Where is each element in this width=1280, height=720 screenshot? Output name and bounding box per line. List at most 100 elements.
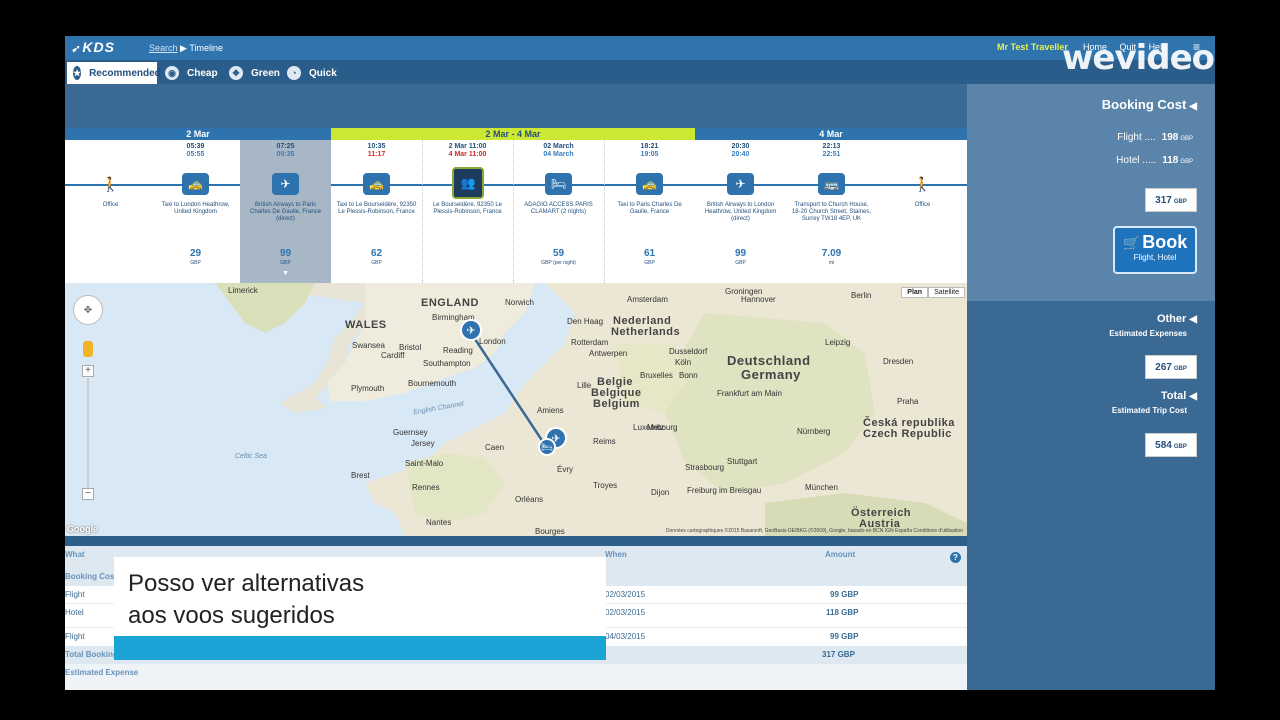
segment-price: 99 [279, 248, 292, 259]
timeline-segment[interactable]: Office 🚶 [877, 140, 968, 283]
map-zoom-out-button[interactable]: − [82, 488, 94, 500]
top-header: ➶ KDS Search ▶ Timeline Mr Test Traveller… [65, 36, 1215, 60]
clock-icon: ◔ [287, 66, 301, 80]
plane-map-pin-icon[interactable]: ✈ [460, 319, 482, 341]
taxi-icon[interactable]: 🚕 [636, 173, 663, 195]
taxi-icon[interactable]: 🚕 [363, 173, 390, 195]
hotel-cost-line: Hotel ..... 118 GBP [1116, 155, 1193, 166]
map-label: Évry [557, 465, 573, 474]
meeting-icon[interactable]: 👥 [452, 167, 484, 199]
column-header-what: What [65, 550, 85, 559]
plane-icon[interactable]: ✈ [272, 173, 299, 195]
row-amount: 99 GBP [830, 632, 859, 641]
walking-person-icon[interactable]: 🚶 [909, 173, 936, 195]
segment-description: Le Bourseidère, 92350 Le Plessis-Robinso… [432, 202, 503, 215]
day-header: 2 Mar - 4 Mar [331, 128, 695, 140]
map-type-satellite[interactable]: Satellite [928, 287, 965, 298]
user-name[interactable]: Mr Test Traveller [997, 42, 1068, 52]
segment-description: Taxi to Le Bourseidère, 92350 Le Plessis… [336, 202, 417, 215]
map-label: Rotterdam [571, 338, 609, 347]
segment-price: 62 [370, 248, 383, 259]
segment-time-end: 20:40 [731, 151, 750, 158]
total-amount: 317 GBP [822, 650, 855, 659]
route-map[interactable]: ENGLAND WALES Nederland Netherlands Belg… [65, 283, 967, 536]
segment-price: 29 [189, 248, 202, 259]
map-label: Saint-Malo [405, 459, 444, 468]
other-label: Other [1156, 313, 1187, 325]
booking-total-box: 317 GBP [1145, 188, 1197, 212]
flight-cost-line: Flight .... 198 GBP [1117, 132, 1193, 143]
map-label: ENGLAND [421, 297, 479, 309]
leaf-icon: ❖ [229, 66, 243, 80]
map-zoom-slider[interactable] [87, 378, 89, 488]
total-title[interactable]: Total ◀ [1161, 390, 1197, 402]
tab-recommended[interactable]: ★ Recommended [67, 62, 161, 84]
segment-price: 7.09 [821, 248, 842, 259]
tab-label: Quick [309, 67, 337, 79]
walking-person-icon[interactable]: 🚶 [97, 173, 124, 195]
app-logo[interactable]: ➶ KDS [71, 39, 115, 55]
column-header-when: When [605, 550, 627, 559]
timeline-segment[interactable]: 07:25 09:35 British Airways to Paris Charl… [240, 140, 331, 283]
segment-time-start: 10:35 [367, 143, 386, 150]
book-button[interactable]: 🛒 Book Flight, Hotel [1113, 226, 1197, 274]
timeline-segment[interactable]: Office 🚶 [65, 140, 156, 283]
plane-icon[interactable]: ✈ [727, 173, 754, 195]
other-amount: 267 [1155, 362, 1172, 373]
street-view-pegman-icon[interactable] [83, 341, 93, 357]
segment-description: Taxi to London Heathrow, United Kingdom [161, 202, 230, 215]
map-label: Metz [647, 423, 665, 432]
timeline-segment[interactable]: 10:35 11:17 Taxi to Le Bourseidère, 92350 … [331, 140, 422, 283]
map-label: Limerick [228, 286, 258, 295]
map-pan-control[interactable]: ✥ [73, 295, 103, 325]
map-credits[interactable]: Données cartographiques ©2015 Basarsoft,… [666, 528, 963, 534]
map-label: Swansea [352, 341, 385, 350]
segment-description: British Airways to London Heathrow, Unit… [704, 202, 777, 222]
row-date: 02/03/2015 [605, 590, 646, 599]
expand-arrow-icon[interactable]: ▼ [240, 270, 331, 277]
map-label: Den Haag [567, 317, 604, 326]
currency: GBP [1173, 366, 1187, 372]
timeline-segment[interactable]: 22:13 22:51 Transport to Church House, 18-… [786, 140, 877, 283]
map-type-plan[interactable]: Plan [901, 287, 929, 298]
map-label: Köln [675, 358, 692, 367]
breadcrumb-search-link[interactable]: Search [149, 43, 178, 53]
other-title[interactable]: Other ◀ [1157, 313, 1197, 325]
total-label: Total [1160, 390, 1187, 402]
help-icon[interactable]: ? [950, 552, 961, 563]
mode-tabs: ★ Recommended ◉ Cheap ❖ Green ◔ Quick [65, 60, 1215, 84]
segment-description: Transport to Church House, 18-20 Church … [791, 202, 872, 222]
column-header-amount: Amount [825, 550, 856, 559]
tab-cheap[interactable]: ◉ Cheap [159, 62, 224, 84]
tab-green[interactable]: ❖ Green [223, 62, 286, 84]
breadcrumb-separator-icon: ▶ [180, 43, 187, 53]
collapse-triangle-icon: ◀ [1189, 314, 1197, 325]
map-zoom-in-button[interactable]: + [82, 365, 94, 377]
segment-time-end: 4 Mar 11:00 [448, 151, 487, 158]
segment-time-end: 22:51 [822, 151, 841, 158]
segment-unit: GBP [371, 260, 382, 266]
flight-label: Flight .... [1117, 132, 1156, 143]
timeline-segment[interactable]: 05:39 05:55 Taxi to London Heathrow, Unite… [150, 140, 241, 283]
segment-time-end: 05:55 [186, 151, 205, 158]
booking-cost-title[interactable]: Booking Cost ◀ [1102, 97, 1197, 112]
map-label: Dijon [651, 488, 670, 497]
map-label: Reading [443, 346, 473, 355]
segment-time-start: 02 March [543, 143, 574, 150]
map-label: London [479, 337, 506, 346]
timeline-segment[interactable]: 2 Mar 11:00 4 Mar 11:00 Le Bourseidère, 92… [422, 140, 513, 283]
hotel-bed-icon[interactable]: 🛏 [545, 173, 572, 195]
hotel-map-pin-icon[interactable]: 🛏 [538, 438, 556, 456]
map-label: Deutschland [727, 353, 811, 368]
map-label: Troyes [593, 481, 618, 490]
timeline-segment[interactable]: 02 March 04 March ADAGIO ACCESS PARIS CLAM… [513, 140, 604, 283]
timeline-segment[interactable]: 18:21 19:05 Taxi to Paris Charles De Gaull… [604, 140, 695, 283]
tab-label: Cheap [187, 67, 218, 79]
taxi-icon[interactable]: 🚕 [182, 173, 209, 195]
book-label: Book [1142, 232, 1188, 252]
timeline-segment[interactable]: 20:30 20:40 British Airways to London Heat… [695, 140, 786, 283]
tab-quick[interactable]: ◔ Quick [281, 62, 343, 84]
total-sub: Estimated Trip Cost [1111, 406, 1187, 415]
trip-total: 584 [1155, 440, 1172, 451]
bus-icon[interactable]: 🚌 [818, 173, 845, 195]
